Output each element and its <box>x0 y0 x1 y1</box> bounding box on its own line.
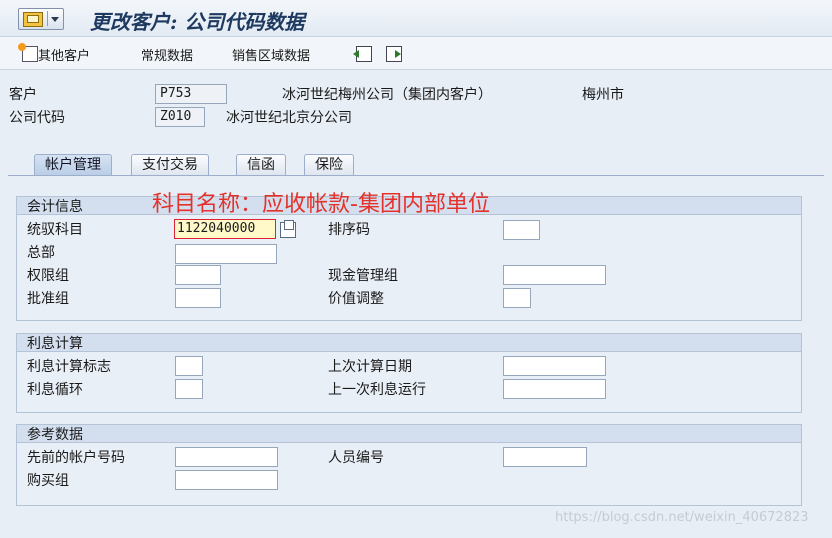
sort-key-label: 排序码 <box>328 222 370 238</box>
annotation-text: 科目名称：应收帐款-集团内部单位 <box>152 192 490 217</box>
value-adjust-field[interactable] <box>503 288 531 308</box>
watermark: https://blog.csdn.net/weixin_40672823 <box>555 510 809 525</box>
interest-indicator-label: 利息计算标志 <box>27 359 111 375</box>
title-bar: 更改客户: 公司代码数据 <box>0 0 832 37</box>
personnel-no-label: 人员编号 <box>328 450 384 466</box>
value-adjust-label: 价值调整 <box>328 291 384 307</box>
head-office-field[interactable] <box>175 244 277 264</box>
customer-label: 客户 <box>9 87 37 103</box>
reference-data-group: 参考数据 <box>16 424 802 506</box>
auth-group-label: 权限组 <box>27 268 69 284</box>
tab-correspondence[interactable]: 信函 <box>236 154 286 175</box>
auth-group-field[interactable] <box>175 265 221 285</box>
last-calc-date-label: 上次计算日期 <box>328 359 412 375</box>
customer-city: 梅州市 <box>582 87 624 103</box>
tab-insurance[interactable]: 保险 <box>304 154 354 175</box>
head-office-label: 总部 <box>27 245 55 261</box>
last-interest-run-label: 上一次利息运行 <box>328 382 426 398</box>
tab-payment-transactions[interactable]: 支付交易 <box>131 154 209 175</box>
page-title: 更改客户: 公司代码数据 <box>90 10 305 34</box>
interest-indicator-field[interactable] <box>175 356 203 376</box>
release-group-field[interactable] <box>175 288 221 308</box>
group-header: 利息计算 <box>17 334 801 352</box>
release-group-label: 批准组 <box>27 291 69 307</box>
prev-account-label: 先前的帐户号码 <box>27 450 125 466</box>
last-calc-date-field[interactable] <box>503 356 606 376</box>
application-toolbar: 其他客户 常规数据 销售区域数据 <box>0 37 832 70</box>
other-customer-icon <box>18 43 38 62</box>
other-customer-button[interactable]: 其他客户 <box>38 45 90 64</box>
general-data-button[interactable]: 常规数据 <box>141 45 193 64</box>
buying-group-field[interactable] <box>175 470 278 490</box>
sort-key-field[interactable] <box>503 220 540 240</box>
company-code-label: 公司代码 <box>9 110 65 126</box>
menu-separator <box>47 11 48 26</box>
buying-group-label: 购买组 <box>27 473 69 489</box>
group-title: 参考数据 <box>27 427 83 443</box>
group-header: 参考数据 <box>17 425 801 443</box>
recon-account-field[interactable]: 1122040000 <box>174 219 276 239</box>
personnel-no-field[interactable] <box>503 447 587 467</box>
customer-field: P753 <box>155 84 227 104</box>
company-code-name: 冰河世纪北京分公司 <box>226 110 352 126</box>
last-interest-run-field[interactable] <box>503 379 606 399</box>
cash-mgmt-group-field[interactable] <box>503 265 606 285</box>
interest-cycle-label: 利息循环 <box>27 382 83 398</box>
next-icon[interactable] <box>386 46 402 62</box>
recon-account-label: 统驭科目 <box>27 222 83 238</box>
chevron-down-icon <box>51 17 59 22</box>
company-code-field: Z010 <box>155 107 205 127</box>
menu-button[interactable] <box>18 8 64 30</box>
sales-area-data-button[interactable]: 销售区域数据 <box>232 45 310 64</box>
interest-cycle-field[interactable] <box>175 379 203 399</box>
cash-mgmt-group-label: 现金管理组 <box>328 268 398 284</box>
prev-account-field[interactable] <box>175 447 278 467</box>
tab-account-management[interactable]: 帐户管理 <box>34 154 112 176</box>
group-title: 利息计算 <box>27 336 83 352</box>
previous-icon[interactable] <box>353 46 372 62</box>
customer-name: 冰河世纪梅州公司（集团内客户） <box>282 87 492 103</box>
menu-icon <box>23 12 43 27</box>
value-help-icon[interactable] <box>280 220 296 238</box>
group-title: 会计信息 <box>27 199 83 215</box>
